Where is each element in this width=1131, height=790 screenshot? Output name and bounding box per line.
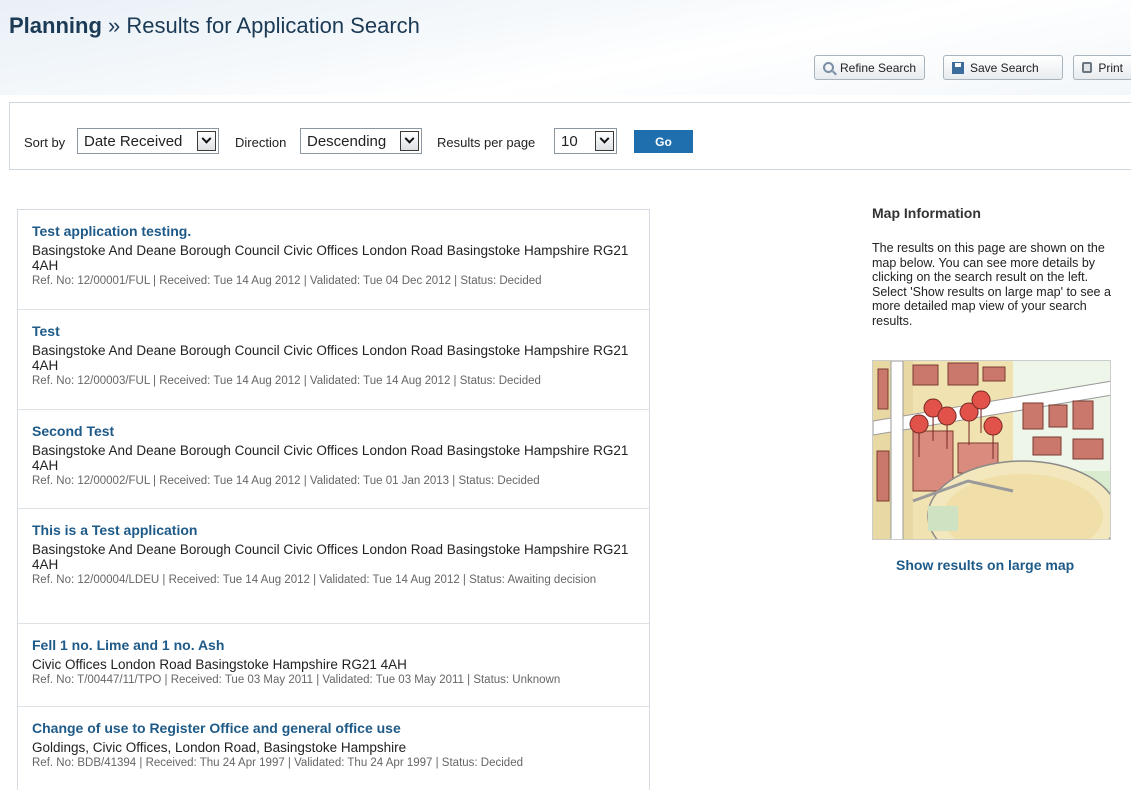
sort-bar: Sort by Date Received Direction Descendi…: [9, 102, 1131, 170]
result-title-link[interactable]: Test application testing.: [32, 223, 635, 240]
direction-label: Direction: [235, 135, 287, 150]
result-item: Test application testing. Basingstoke An…: [18, 210, 649, 310]
result-meta: Ref. No: 12/00003/FUL | Received: Tue 14…: [32, 375, 541, 387]
map-panel: Map Information The results on this page…: [872, 205, 1117, 573]
section-link[interactable]: Planning: [9, 13, 102, 38]
chevron-down-icon: [400, 131, 419, 151]
map-image: [873, 361, 1110, 539]
per-page-select[interactable]: 10: [554, 128, 617, 154]
result-address: Basingstoke And Deane Borough Council Ci…: [32, 243, 629, 273]
print-icon: [1082, 62, 1093, 73]
page-heading: Results for Application Search: [126, 13, 420, 38]
refine-search-button[interactable]: Refine Search: [814, 55, 926, 80]
result-item: This is a Test application Basingstoke A…: [18, 509, 649, 624]
result-meta: Ref. No: 12/00001/FUL | Received: Tue 14…: [32, 275, 542, 287]
result-item: Fell 1 no. Lime and 1 no. Ash Civic Offi…: [18, 624, 649, 707]
result-meta: Ref. No: 12/00002/FUL | Received: Tue 14…: [32, 475, 540, 487]
sort-by-label: Sort by: [24, 135, 66, 150]
search-icon: [823, 62, 834, 73]
result-address: Basingstoke And Deane Borough Council Ci…: [32, 343, 629, 373]
per-page-value: 10: [561, 132, 578, 150]
result-meta: Ref. No: T/00447/11/TPO | Received: Tue …: [32, 674, 561, 686]
refine-search-label: Refine Search: [840, 60, 917, 75]
result-item: Change of use to Register Office and gen…: [18, 707, 649, 790]
per-page-label: Results per page: [437, 135, 536, 150]
result-meta: Ref. No: BDB/41394 | Received: Thu 24 Ap…: [32, 757, 523, 769]
show-large-map-link[interactable]: Show results on large map: [896, 557, 1074, 573]
result-title-link[interactable]: Change of use to Register Office and gen…: [32, 720, 635, 737]
result-meta: Ref. No: 12/00004/LDEU | Received: Tue 1…: [32, 574, 597, 586]
chevron-down-icon: [595, 131, 614, 151]
save-search-button[interactable]: Save Search: [943, 55, 1063, 80]
print-button[interactable]: Print: [1073, 55, 1131, 80]
result-address: Basingstoke And Deane Borough Council Ci…: [32, 542, 629, 572]
result-title-link[interactable]: Test: [32, 323, 635, 340]
print-label: Print: [1098, 60, 1123, 75]
chevron-down-icon: [197, 131, 216, 151]
result-item: Second Test Basingstoke And Deane Boroug…: [18, 410, 649, 509]
map-thumbnail[interactable]: [872, 360, 1111, 540]
result-address: Basingstoke And Deane Borough Council Ci…: [32, 443, 629, 473]
direction-select[interactable]: Descending: [300, 128, 422, 154]
sort-by-select[interactable]: Date Received: [77, 128, 219, 154]
sort-by-value: Date Received: [84, 132, 183, 150]
save-search-label: Save Search: [970, 60, 1039, 75]
result-title-link[interactable]: This is a Test application: [32, 522, 635, 539]
result-address: Goldings, Civic Offices, London Road, Ba…: [32, 740, 407, 755]
result-address: Civic Offices London Road Basingstoke Ha…: [32, 657, 407, 672]
page-title: Planning » Results for Application Searc…: [9, 13, 420, 39]
direction-value: Descending: [307, 132, 387, 150]
breadcrumb-separator: »: [108, 13, 121, 38]
result-title-link[interactable]: Fell 1 no. Lime and 1 no. Ash: [32, 637, 635, 654]
map-description: The results on this page are shown on th…: [872, 241, 1111, 328]
results-list: Test application testing. Basingstoke An…: [17, 209, 650, 790]
save-icon: [952, 61, 964, 74]
result-item: Test Basingstoke And Deane Borough Counc…: [18, 310, 649, 410]
result-title-link[interactable]: Second Test: [32, 423, 635, 440]
map-heading: Map Information: [872, 205, 981, 221]
go-button[interactable]: Go: [634, 130, 693, 153]
